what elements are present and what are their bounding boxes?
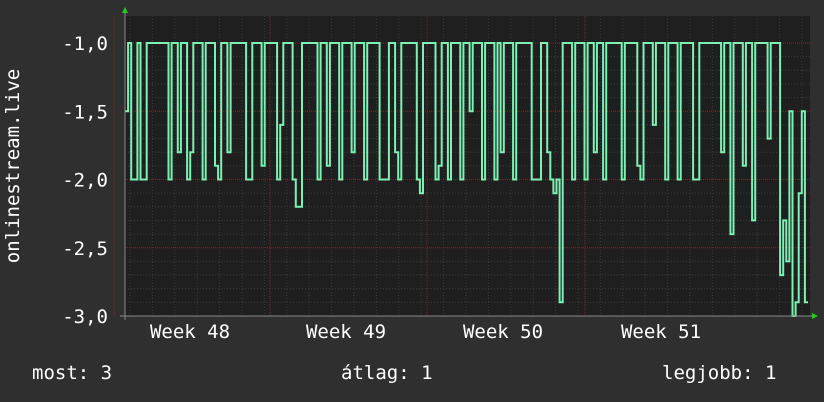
y-tick-label: -1,0 [62, 33, 108, 55]
y-tick-label: -2,0 [62, 170, 108, 192]
x-tick-label: Week 50 [463, 321, 543, 343]
y-tick-label: -1,5 [62, 101, 108, 123]
x-tick-label: Week 51 [621, 321, 701, 343]
stat-current: most: 3 [32, 362, 113, 384]
x-axis-ticks: Week 48 Week 49 Week 50 Week 51 [150, 321, 701, 343]
y-tick-label: -2,5 [62, 238, 108, 260]
stat-max: legjobb: 1 [662, 362, 777, 384]
stat-average: átlag: 1 [341, 362, 433, 384]
y-axis-ticks: -1,0 -1,5 -2,0 -2,5 -3,0 [62, 33, 108, 328]
x-tick-label: Week 49 [306, 321, 386, 343]
chart: -1,0-1,5-2,0-2,5-3,0 Week 48 Week 49 Week … [2, 7, 818, 343]
y-tick-label: -3,0 [62, 306, 108, 328]
y-axis-label: onlinestream.live [2, 69, 24, 263]
y-axis-arrow [122, 7, 128, 13]
x-tick-label: Week 48 [150, 321, 230, 343]
x-axis-arrow [812, 313, 818, 319]
